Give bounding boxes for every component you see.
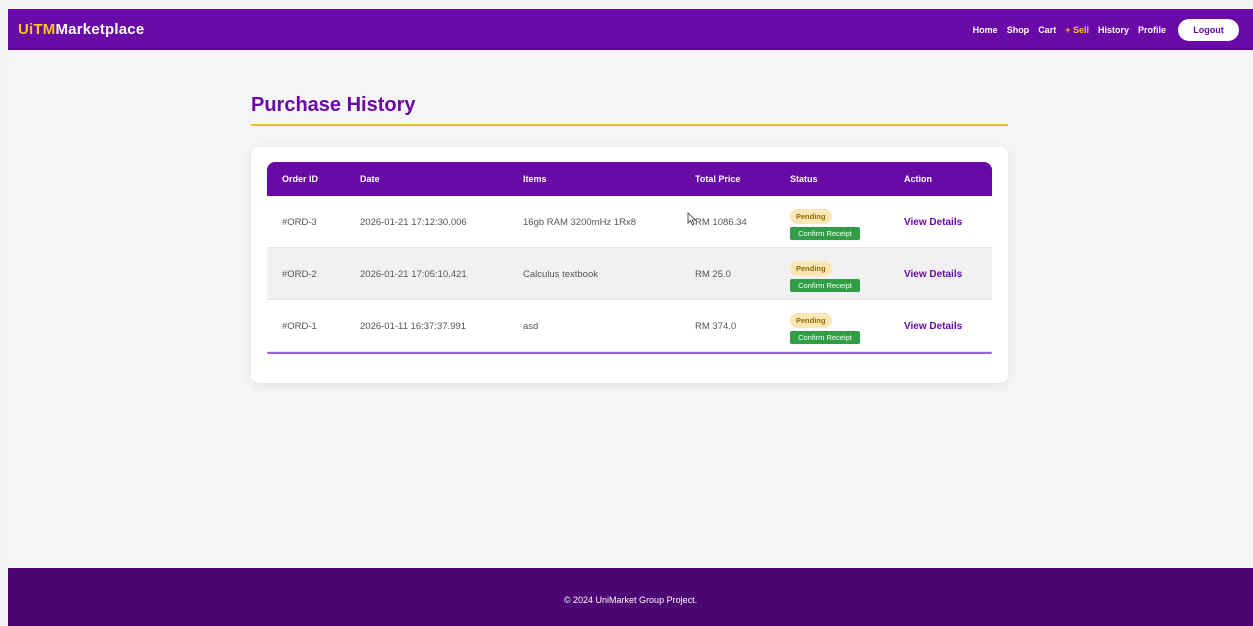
nav-cart-link[interactable]: Cart (1038, 25, 1056, 35)
order-total: RM 374.0 (695, 321, 737, 332)
view-details-link[interactable]: View Details (904, 217, 962, 228)
order-date: 2026-01-21 17:12:30.006 (360, 217, 467, 228)
app-frame: UiTMMarketplace Home Shop Cart + Sell Hi… (8, 9, 1253, 626)
logout-button[interactable]: Logout (1178, 18, 1239, 41)
column-total-price: Total Price (695, 174, 741, 184)
order-items: 16gb RAM 3200mHz 1Rx8 (523, 217, 636, 228)
nav-home-link[interactable]: Home (973, 25, 998, 35)
nav-profile-link[interactable]: Profile (1138, 25, 1166, 35)
mouse-cursor-icon (687, 212, 697, 226)
title-underline (251, 124, 1008, 126)
order-date: 2026-01-11 16:37:37.991 (360, 321, 466, 332)
order-items: Calculus textbook (523, 269, 598, 280)
table-bottom-border (267, 352, 992, 354)
confirm-receipt-button[interactable]: Confirm Receipt (790, 227, 860, 240)
status-badge: Pending (790, 261, 832, 276)
order-status: Pending Confirm Receipt (790, 206, 860, 240)
order-id: #ORD-3 (282, 217, 317, 228)
column-status: Status (790, 174, 818, 184)
status-badge: Pending (790, 209, 832, 224)
table-header: Order ID Date Items Total Price Status A… (267, 162, 992, 196)
brand-prefix: UiTM (18, 21, 56, 38)
column-items: Items (523, 174, 547, 184)
nav-history-link[interactable]: History (1098, 25, 1129, 35)
column-date: Date (360, 174, 380, 184)
purchase-history-table: Order ID Date Items Total Price Status A… (267, 162, 992, 354)
nav-sell-link[interactable]: + Sell (1065, 25, 1089, 35)
footer: © 2024 UniMarket Group Project. (8, 568, 1253, 626)
top-navbar: UiTMMarketplace Home Shop Cart + Sell Hi… (8, 9, 1253, 50)
nav-shop-link[interactable]: Shop (1007, 25, 1030, 35)
history-card: Order ID Date Items Total Price Status A… (251, 147, 1008, 383)
column-order-id: Order ID (282, 174, 319, 184)
status-badge: Pending (790, 313, 832, 328)
order-total: RM 25.0 (695, 269, 731, 280)
confirm-receipt-button[interactable]: Confirm Receipt (790, 331, 860, 344)
page-title: Purchase History (251, 94, 416, 116)
order-id: #ORD-1 (282, 321, 317, 332)
brand-logo[interactable]: UiTMMarketplace (18, 21, 144, 38)
table-row: #ORD-3 2026-01-21 17:12:30.006 16gb RAM … (267, 196, 992, 248)
footer-copyright: © 2024 UniMarket Group Project. (563, 595, 698, 605)
brand-suffix: Marketplace (55, 21, 145, 38)
order-id: #ORD-2 (282, 269, 317, 280)
order-total: RM 1086.34 (695, 217, 747, 228)
order-date: 2026-01-21 17:05:10.421 (360, 269, 467, 280)
nav-links: Home Shop Cart + Sell History Profile Lo… (964, 9, 1239, 50)
view-details-link[interactable]: View Details (904, 269, 962, 280)
table-row: #ORD-1 2026-01-11 16:37:37.991 asd RM 37… (267, 300, 992, 352)
order-items: asd (523, 321, 539, 332)
order-status: Pending Confirm Receipt (790, 258, 860, 292)
column-action: Action (904, 174, 932, 184)
view-details-link[interactable]: View Details (904, 321, 962, 332)
table-row: #ORD-2 2026-01-21 17:05:10.421 Calculus … (267, 248, 992, 300)
confirm-receipt-button[interactable]: Confirm Receipt (790, 279, 860, 292)
order-status: Pending Confirm Receipt (790, 310, 860, 344)
